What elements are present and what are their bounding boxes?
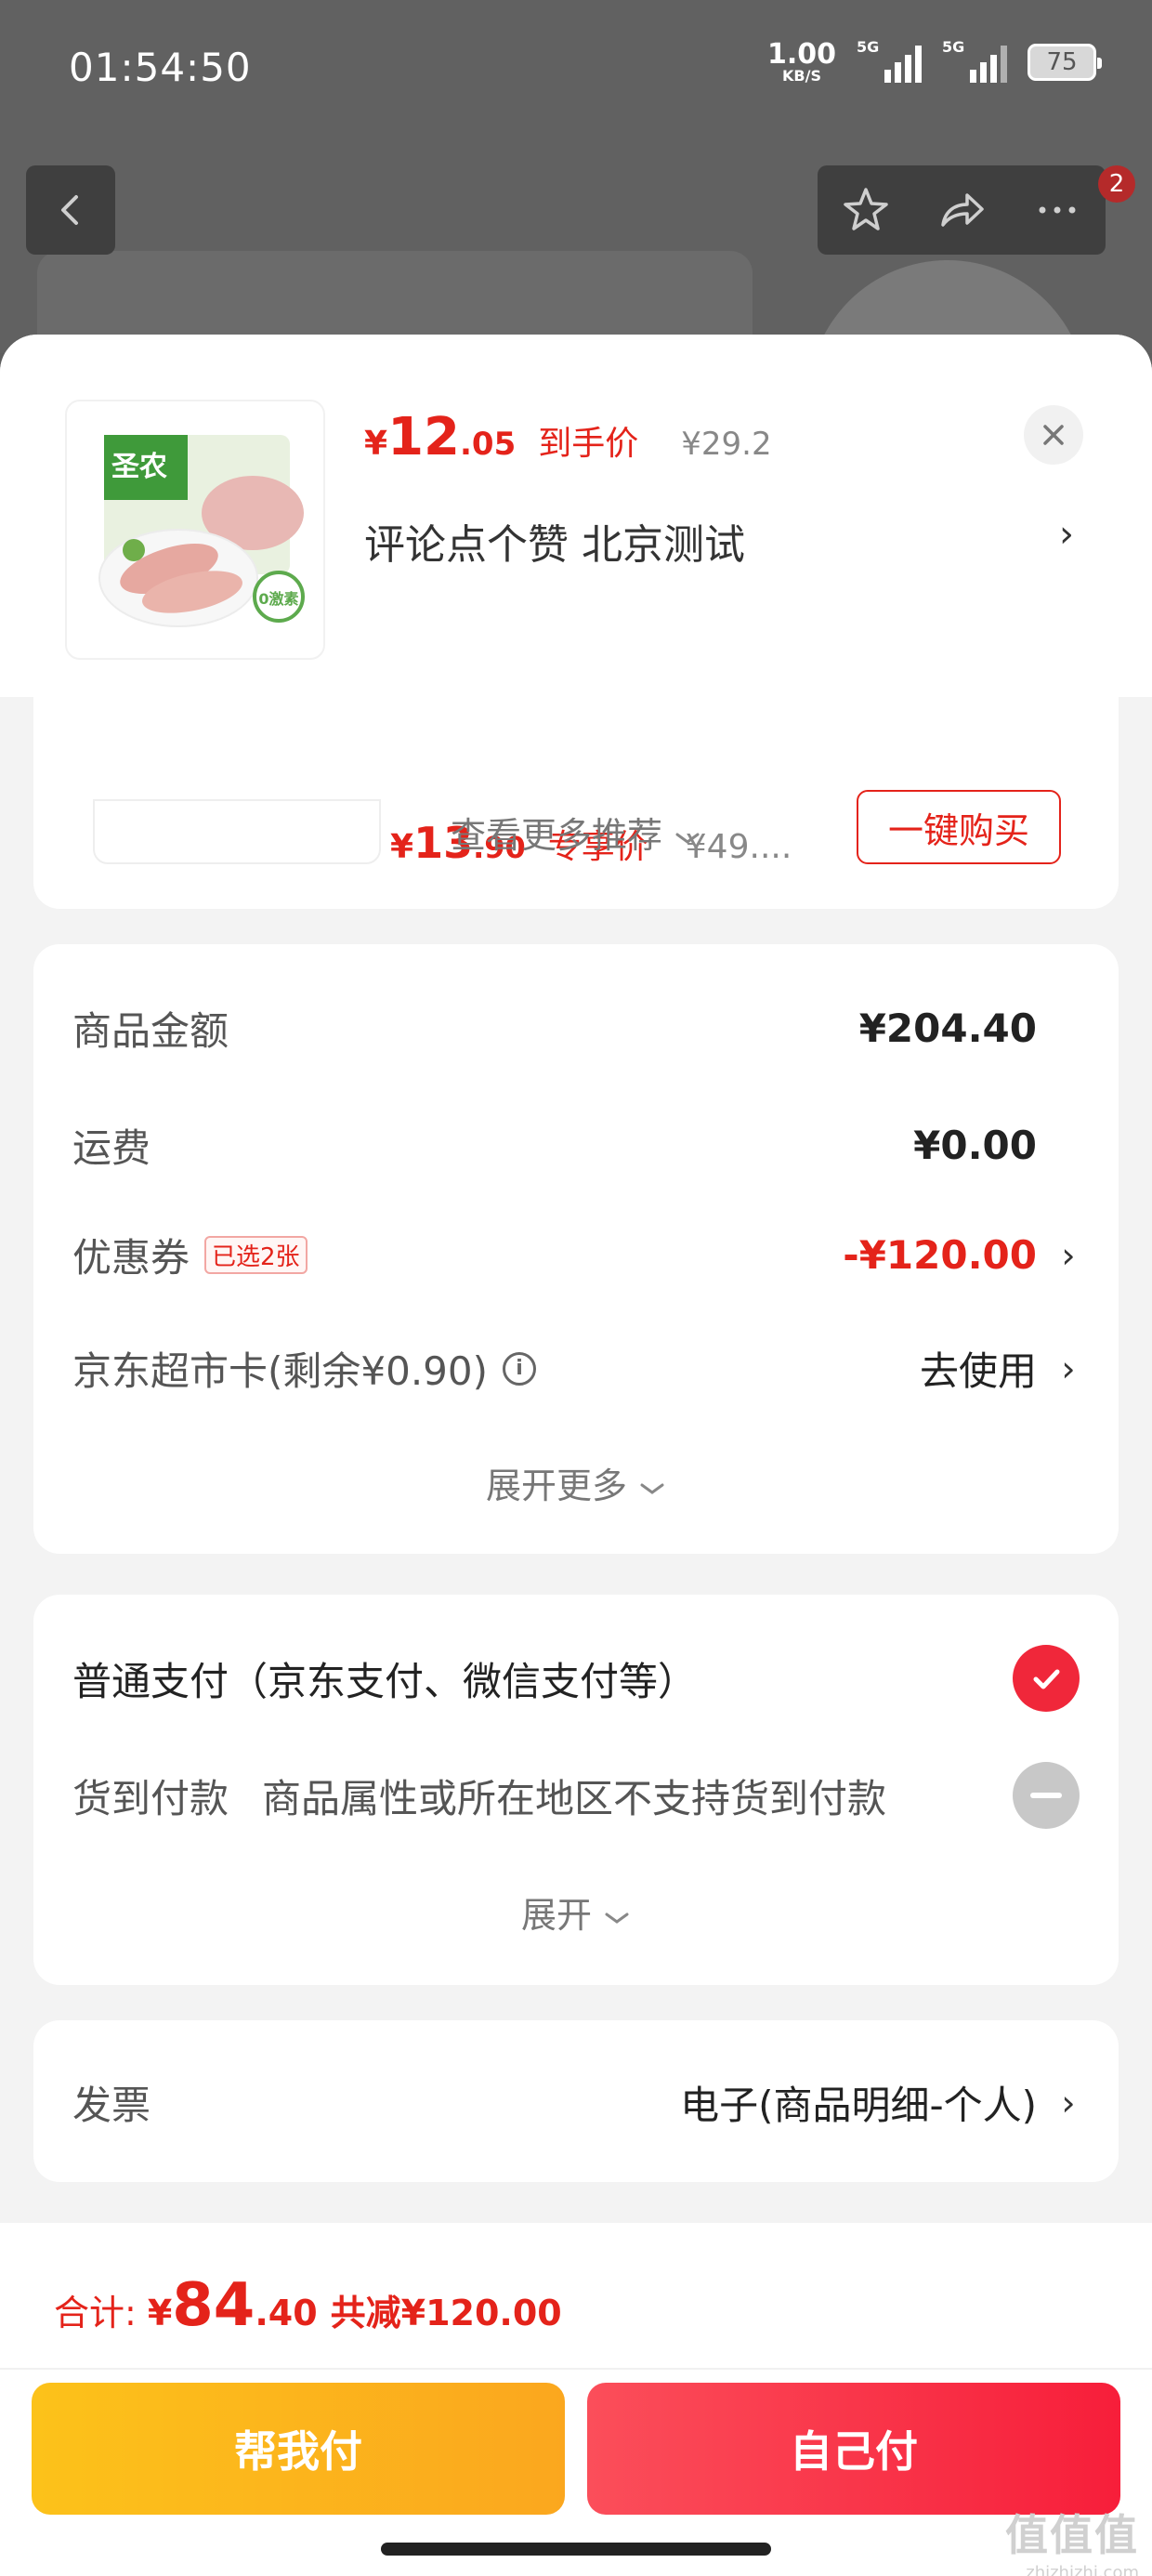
shipping-value: ¥0.00	[913, 1123, 1080, 1168]
price-decimal: .05	[460, 426, 517, 463]
total-savings: 共减¥120.00	[330, 2293, 562, 2333]
product-image-badge: 0激素	[258, 590, 298, 608]
more-recommend-link[interactable]: 查看更多推荐	[0, 807, 1152, 858]
star-icon	[843, 188, 888, 230]
product-image-brand: 圣农	[111, 451, 167, 483]
signal-icon: 5G	[942, 38, 1007, 83]
expand-payment-link[interactable]: 展开	[33, 1886, 1119, 1938]
invoice-row[interactable]: 发票 电子(商品明细-个人) ›	[72, 2074, 1080, 2131]
share-button[interactable]	[924, 173, 999, 247]
coupon-row[interactable]: 优惠券 已选2张 -¥120.00 ›	[72, 1227, 1080, 1283]
cod-payment-label: 货到付款	[72, 1775, 229, 1821]
price-label: 到手价	[538, 425, 639, 463]
watermark: 值值值 zhizhizhi.com	[1005, 2502, 1139, 2576]
signal-2-label: 5G	[942, 38, 965, 56]
info-icon[interactable]: i	[503, 1351, 537, 1386]
invoice-value: 电子(商品明细-个人)	[680, 2083, 1037, 2128]
top-actions	[818, 165, 1106, 255]
cod-payment-label-group: 货到付款 商品属性或所在地区不支持货到付款	[72, 1768, 886, 1824]
goods-amount-number: ¥204.40	[858, 1005, 1037, 1051]
supermarket-card-action: 去使用	[919, 1348, 1037, 1394]
total-label: 合计:	[54, 2293, 137, 2333]
network-speed-value: 1.00	[766, 38, 836, 71]
amount-card: 商品金额 ¥204.40 运费 ¥0.00 优惠券 已选2张 -¥120.00 …	[33, 944, 1119, 1554]
status-bar: 01:54:50 1.00 KB/S 5G 5G 75	[0, 0, 1152, 139]
home-indicator[interactable]	[381, 2543, 771, 2556]
back-button[interactable]	[26, 165, 115, 255]
product-price: ¥ 12 .05 到手价 ¥29.2	[364, 407, 772, 467]
invoice-label: 发票	[72, 2083, 151, 2128]
product-image-art: 圣农 0激素	[98, 435, 305, 627]
battery-level: 75	[1046, 48, 1078, 76]
shipping-row: 运费 ¥0.00	[72, 1117, 1080, 1174]
chevron-right-icon: ›	[1061, 1234, 1076, 1276]
chevron-down-icon	[640, 1483, 664, 1494]
supermarket-card-row[interactable]: 京东超市卡(剩余¥0.90) i 去使用 ›	[72, 1340, 1080, 1397]
coupon-label-group: 优惠券 已选2张	[72, 1227, 308, 1283]
cod-payment-row: 货到付款 商品属性或所在地区不支持货到付款	[72, 1762, 1080, 1829]
self-pay-button[interactable]: 自己付	[587, 2383, 1120, 2515]
expand-more-label: 展开更多	[485, 1465, 627, 1506]
total-decimal: .40	[255, 2293, 318, 2333]
product-image: 圣农 0激素	[65, 400, 325, 660]
chevron-right-icon: ›	[1061, 2082, 1076, 2123]
expand-payment-label: 展开	[520, 1895, 592, 1936]
favorite-button[interactable]	[829, 173, 903, 247]
coupon-discount: -¥120.00	[843, 1232, 1037, 1278]
watermark-main: 值值值	[1005, 2510, 1139, 2560]
price-yen: ¥	[364, 425, 388, 463]
shipping-label: 运费	[72, 1125, 151, 1171]
price-integer: 12	[387, 407, 460, 467]
total-yen: ¥	[147, 2293, 173, 2333]
payment-card: 普通支付（京东支付、微信支付等） 货到付款 商品属性或所在地区不支持货到付款 展…	[33, 1595, 1119, 1985]
help-pay-button[interactable]: 帮我付	[32, 2383, 565, 2515]
chevron-right-icon: ›	[1061, 1347, 1076, 1389]
more-recommend-label: 查看更多推荐	[450, 815, 662, 856]
chevron-down-icon	[605, 1912, 629, 1924]
invoice-value-group: 电子(商品明细-个人) ›	[680, 2074, 1080, 2131]
total-integer: 84	[172, 2271, 255, 2340]
coupon-label: 优惠券	[72, 1235, 190, 1281]
more-icon	[1039, 206, 1076, 214]
invoice-card[interactable]: 发票 电子(商品明细-个人) ›	[33, 2020, 1119, 2182]
goods-amount-label: 商品金额	[72, 1008, 229, 1054]
disabled-icon	[1013, 1762, 1080, 1829]
chevron-down-icon	[675, 833, 700, 844]
back-icon	[61, 195, 78, 225]
bottom-bar: 合计: ¥ 84 .40 共减¥120.00 帮我付 自己付 值值值 zhizh…	[0, 2223, 1152, 2576]
status-time: 01:54:50	[69, 45, 252, 90]
normal-payment-label: 普通支付（京东支付、微信支付等）	[72, 1658, 698, 1704]
supermarket-card-value: 去使用 ›	[920, 1340, 1080, 1397]
product-header: 圣农 0激素 ¥ 12 .05 到手价 ¥29.2 评论点个赞 北京测试 ›	[0, 335, 1152, 697]
product-spec[interactable]: 评论点个赞 北京测试	[364, 511, 745, 571]
spec-arrow-icon[interactable]: ›	[1059, 513, 1074, 556]
coupon-selected-tag: 已选2张	[204, 1236, 308, 1274]
watermark-sub: zhizhizhi.com	[1026, 2563, 1139, 2576]
more-button[interactable]	[1020, 173, 1094, 247]
cod-payment-note: 商品属性或所在地区不支持货到付款	[262, 1775, 887, 1821]
share-icon	[941, 193, 984, 227]
status-indicators: 1.00 KB/S 5G 5G 75	[767, 38, 1102, 84]
supermarket-card-label-group: 京东超市卡(剩余¥0.90) i	[72, 1340, 537, 1397]
close-icon	[1043, 425, 1064, 445]
goods-amount-value: ¥204.40	[859, 1005, 1080, 1051]
total-amount: 合计: ¥ 84 .40 共减¥120.00	[54, 2271, 562, 2340]
close-button[interactable]	[1024, 405, 1083, 465]
goods-amount-row: 商品金额 ¥204.40	[72, 1000, 1080, 1057]
shipping-number: ¥0.00	[913, 1123, 1037, 1168]
network-speed: 1.00 KB/S	[767, 41, 836, 84]
original-price: ¥29.2	[681, 426, 772, 463]
normal-payment-row[interactable]: 普通支付（京东支付、微信支付等）	[72, 1645, 1080, 1712]
supermarket-card-label: 京东超市卡(剩余¥0.90)	[72, 1348, 489, 1394]
divider	[0, 2368, 1152, 2370]
check-icon[interactable]	[1013, 1645, 1080, 1712]
signal-icon: 5G	[857, 38, 922, 83]
expand-more-link[interactable]: 展开更多	[33, 1457, 1119, 1508]
network-speed-unit: KB/S	[782, 67, 821, 85]
battery-icon: 75	[1028, 44, 1102, 81]
message-badge: 2	[1098, 165, 1135, 203]
coupon-value: -¥120.00 ›	[843, 1232, 1080, 1278]
signal-1-label: 5G	[857, 38, 880, 56]
